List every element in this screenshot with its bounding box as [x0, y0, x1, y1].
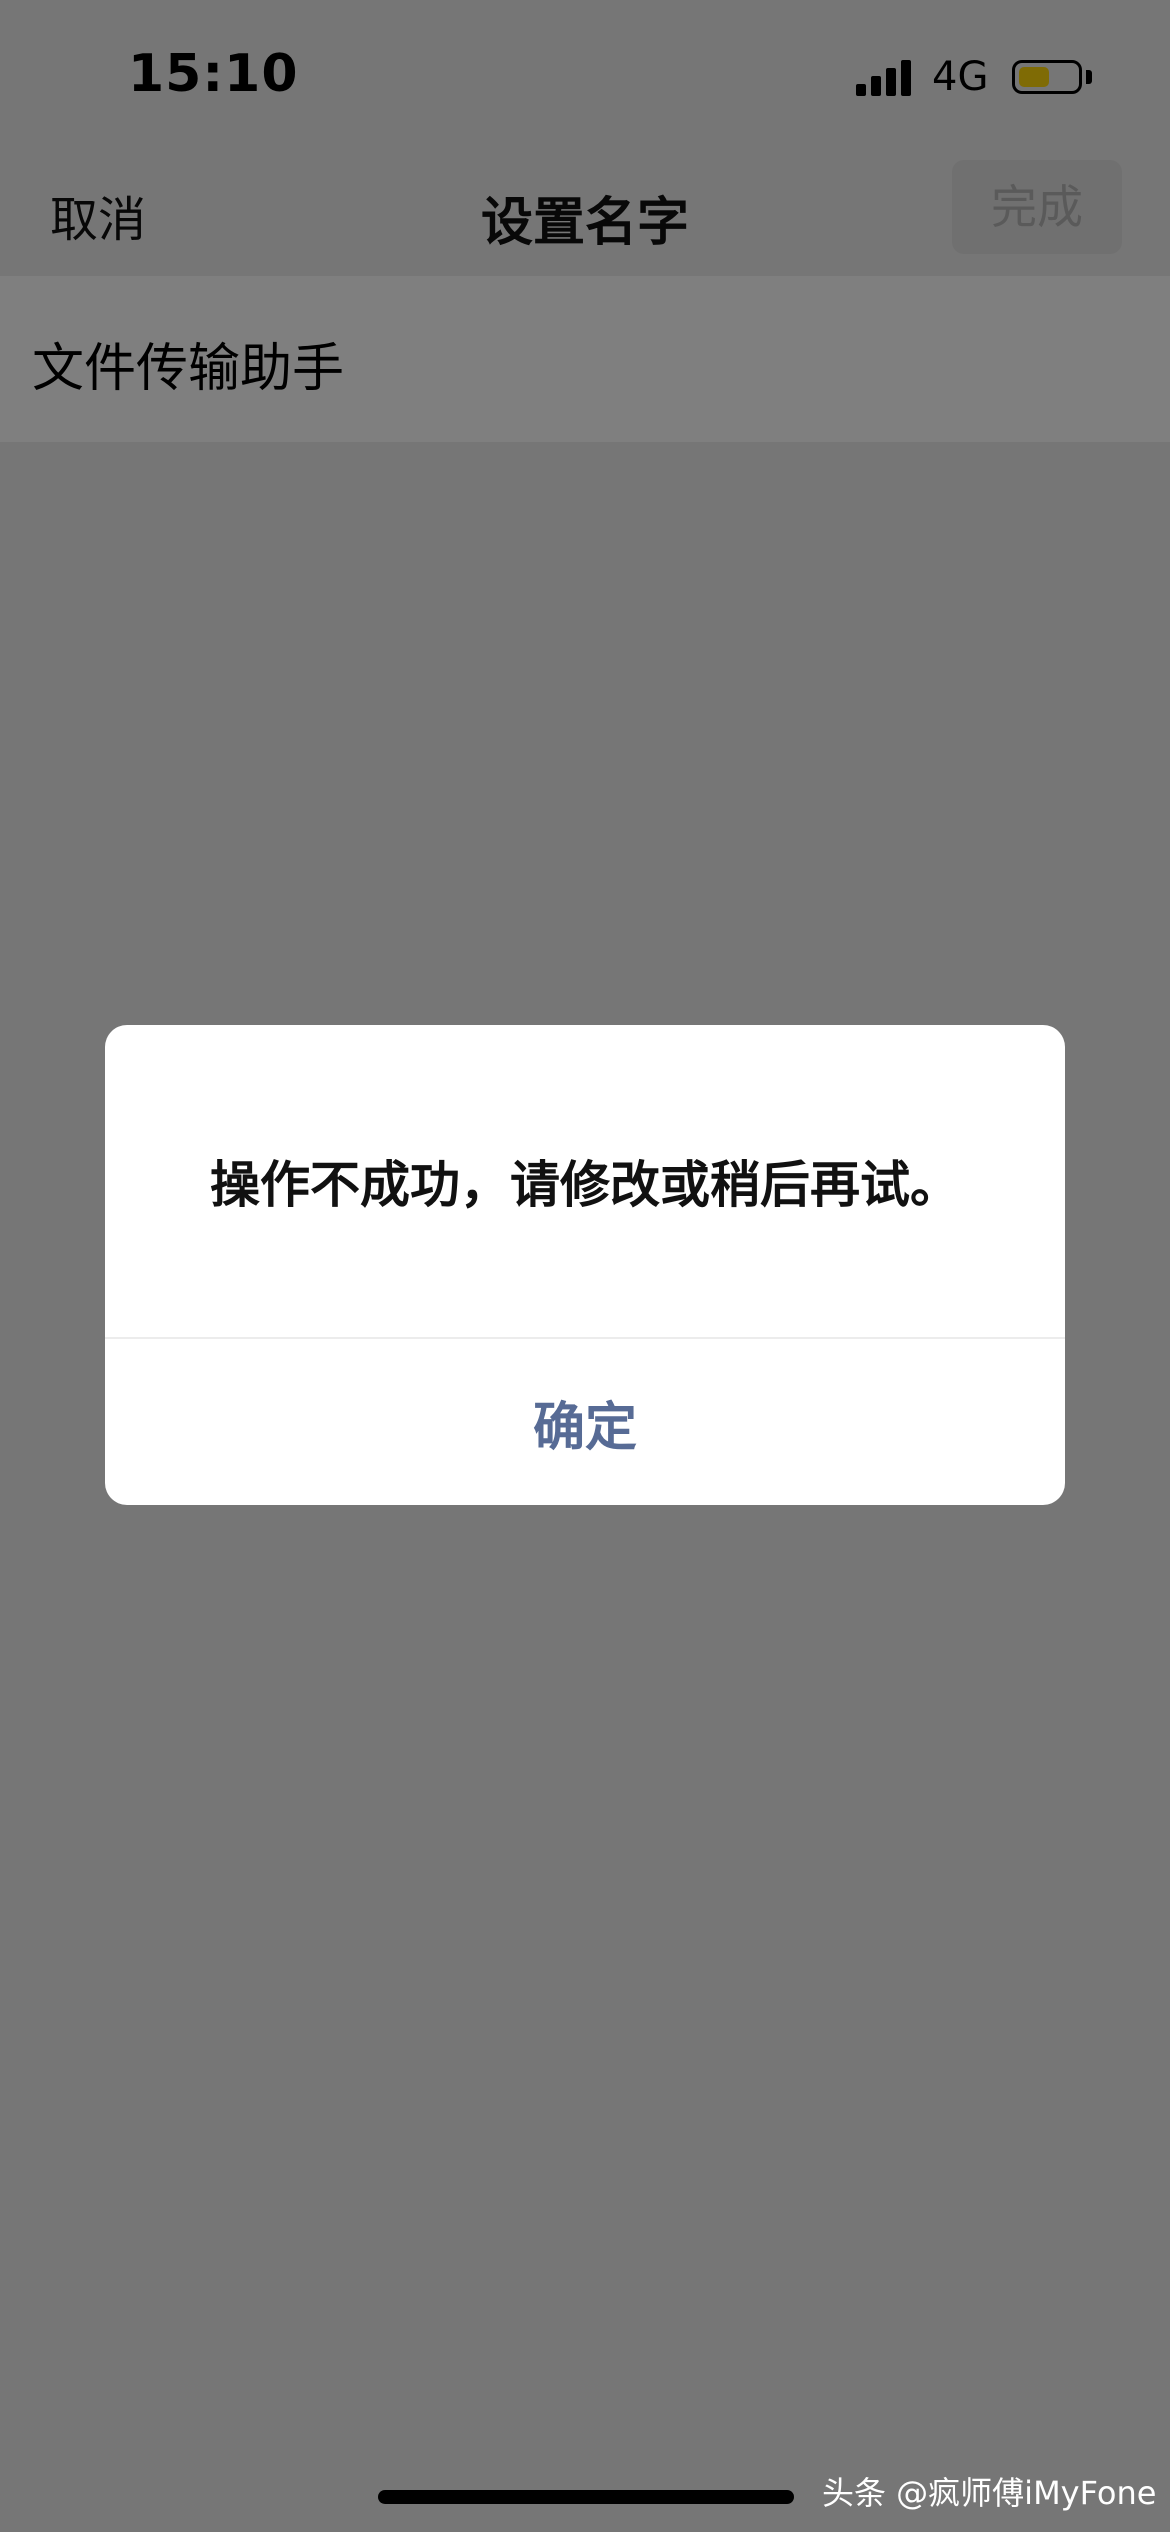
- dialog-message: 操作不成功，请修改或稍后再试。: [210, 1156, 960, 1214]
- alert-dialog: 操作不成功，请修改或稍后再试。 确定: [105, 1025, 1065, 1505]
- home-indicator[interactable]: [378, 2490, 794, 2504]
- confirm-button[interactable]: 确定: [105, 1339, 1065, 1505]
- watermark: 头条 @疯师傅iMyFone: [822, 2474, 1157, 2512]
